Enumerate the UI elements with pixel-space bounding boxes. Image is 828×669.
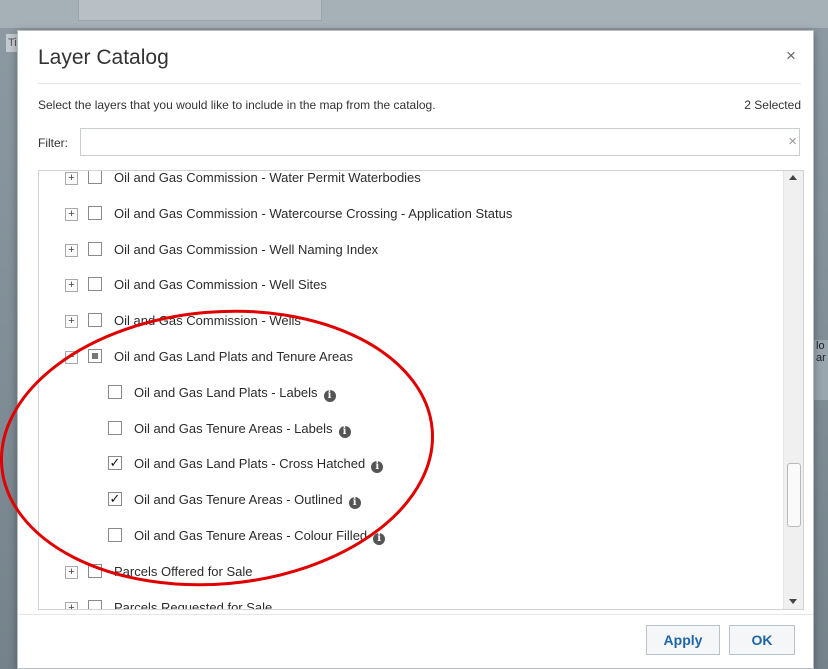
layer-row[interactable]: − Oil and Gas Land Plats and Tenure Areas xyxy=(39,348,783,368)
clear-filter-icon[interactable]: × xyxy=(788,134,797,150)
scroll-up-arrow-icon[interactable] xyxy=(789,175,797,180)
layer-label[interactable]: Oil and Gas Commission - Well Sites xyxy=(114,276,327,293)
scroll-thumb[interactable] xyxy=(787,463,801,527)
layer-label[interactable]: Oil and Gas Land Plats and Tenure Areas xyxy=(114,348,353,365)
layer-label[interactable]: Oil and Gas Land Plats - Labels i xyxy=(134,384,336,402)
ok-button[interactable]: OK xyxy=(729,625,795,655)
layer-checkbox[interactable] xyxy=(88,563,102,578)
collapse-icon[interactable]: − xyxy=(65,351,78,364)
expand-icon[interactable]: + xyxy=(65,243,78,257)
close-icon[interactable]: × xyxy=(783,47,799,64)
layer-label[interactable]: Oil and Gas Commission - Wells xyxy=(114,312,301,329)
info-icon[interactable]: i xyxy=(323,389,336,402)
layer-catalog-dialog: Layer Catalog × Select the layers that y… xyxy=(17,30,814,669)
layer-label-text: Oil and Gas Commission - Well Naming Ind… xyxy=(114,241,379,257)
expand-icon[interactable]: + xyxy=(65,565,78,579)
layer-label[interactable]: Oil and Gas Land Plats - Cross Hatched i xyxy=(134,455,384,474)
background-map-label: ar xyxy=(816,352,826,364)
layer-label-text: Oil and Gas Tenure Areas - Colour Filled xyxy=(134,528,368,543)
layer-row[interactable]: Oil and Gas Tenure Areas - Labels i xyxy=(39,420,783,440)
layer-label-text: Oil and Gas Tenure Areas - Outlined xyxy=(134,492,343,508)
selected-count: 2 Selected xyxy=(744,98,801,112)
layer-label-text: Oil and Gas Commission - Watercourse Cro… xyxy=(114,205,513,221)
layer-row[interactable]: Oil and Gas Land Plats - Labels i xyxy=(39,384,783,404)
info-icon[interactable]: i xyxy=(338,425,351,438)
info-icon[interactable]: i xyxy=(348,497,361,510)
layer-label-text: Oil and Gas Land Plats - Labels xyxy=(134,384,318,400)
expand-icon[interactable]: + xyxy=(65,172,78,185)
layer-label[interactable]: Parcels Offered for Sale xyxy=(114,563,253,580)
layer-row[interactable]: ✓ Oil and Gas Tenure Areas - Outlined i xyxy=(39,491,783,511)
layer-label[interactable]: Parcels Requested for Sale xyxy=(114,599,273,610)
layer-label-text: Oil and Gas Land Plats and Tenure Areas xyxy=(114,349,353,364)
layer-checkbox[interactable] xyxy=(108,384,122,399)
info-icon[interactable]: i xyxy=(373,533,386,545)
layer-checkbox[interactable] xyxy=(88,349,102,363)
layer-checkbox[interactable] xyxy=(88,205,102,220)
apply-button[interactable]: Apply xyxy=(646,625,720,655)
layer-checkbox[interactable]: ✓ xyxy=(108,492,122,507)
layer-label-text: Parcels Offered for Sale xyxy=(114,563,253,579)
layer-label[interactable]: Oil and Gas Tenure Areas - Colour Filled… xyxy=(134,527,386,545)
layer-label[interactable]: Oil and Gas Tenure Areas - Outlined i xyxy=(134,491,361,510)
layer-label[interactable]: Oil and Gas Tenure Areas - Labels i xyxy=(134,420,351,438)
layer-label[interactable]: Oil and Gas Commission - Watercourse Cro… xyxy=(114,205,512,222)
expand-icon[interactable]: + xyxy=(65,279,78,293)
expand-icon[interactable]: + xyxy=(65,315,78,329)
scroll-down-arrow-icon[interactable] xyxy=(789,599,797,604)
layer-checkbox[interactable] xyxy=(88,171,102,184)
instructions-text: Select the layers that you would like to… xyxy=(38,98,436,112)
layer-checkbox[interactable] xyxy=(108,420,122,435)
layer-row[interactable]: Oil and Gas Tenure Areas - Colour Filled… xyxy=(39,527,783,547)
layer-checkbox[interactable] xyxy=(88,313,102,328)
layer-row[interactable]: + Oil and Gas Commission - Watercourse Cr… xyxy=(39,205,783,225)
layer-checkbox[interactable] xyxy=(88,599,102,609)
layer-row[interactable]: + Oil and Gas Commission - Wells xyxy=(39,312,783,332)
layer-label-text: Oil and Gas Commission - Well Sites xyxy=(114,277,327,293)
layer-label-text: Oil and Gas Land Plats - Cross Hatched xyxy=(134,456,366,472)
background-search-field xyxy=(78,0,322,21)
header-divider xyxy=(38,83,801,84)
info-icon[interactable]: i xyxy=(371,461,384,474)
expand-icon[interactable]: + xyxy=(65,601,78,609)
expand-icon[interactable]: + xyxy=(65,207,78,221)
layer-row[interactable]: + Oil and Gas Commission - Water Permit W… xyxy=(39,170,783,189)
layer-row[interactable]: + Parcels Requested for Sale xyxy=(39,599,783,610)
layer-row[interactable]: ✓ Oil and Gas Land Plats - Cross Hatched i xyxy=(39,455,783,475)
layer-label-text: Oil and Gas Commission - Water Permit Wa… xyxy=(114,170,421,185)
filter-input[interactable] xyxy=(80,128,800,156)
layer-checkbox[interactable] xyxy=(88,241,102,256)
layer-label-text: Parcels Requested for Sale xyxy=(114,599,273,610)
layer-checkbox[interactable] xyxy=(88,277,102,292)
footer-divider xyxy=(18,614,813,615)
layer-row[interactable]: + Parcels Offered for Sale xyxy=(39,563,783,583)
background-map-labels: lo ar xyxy=(814,340,828,400)
dialog-title: Layer Catalog xyxy=(38,46,169,69)
layer-label-text: Oil and Gas Commission - Wells xyxy=(114,313,301,329)
background-map-label: lo xyxy=(816,340,825,352)
layer-label[interactable]: Oil and Gas Commission - Well Naming Ind… xyxy=(114,241,378,258)
layer-checkbox[interactable] xyxy=(108,528,122,542)
filter-label: Filter: xyxy=(38,136,68,150)
layer-checkbox[interactable]: ✓ xyxy=(108,456,122,471)
layer-label-text: Oil and Gas Tenure Areas - Labels xyxy=(134,420,333,436)
layer-list[interactable]: + Oil and Gas Commission - Water Permit W… xyxy=(38,170,804,610)
layer-label[interactable]: Oil and Gas Commission - Water Permit Wa… xyxy=(114,170,421,186)
layer-row[interactable]: + Oil and Gas Commission - Well Naming In… xyxy=(39,241,783,261)
layer-row[interactable]: + Oil and Gas Commission - Well Sites xyxy=(39,276,783,296)
scrollbar[interactable] xyxy=(783,171,803,609)
